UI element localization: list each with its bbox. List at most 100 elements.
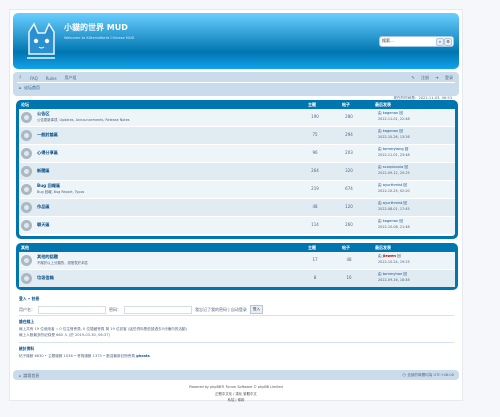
forum-description: 不屬於以上分類的，請發表於本區 xyxy=(37,261,88,265)
login-title[interactable]: 登入 • 註冊 xyxy=(19,296,459,302)
last-post-author[interactable]: 由 kagenan 回 xyxy=(378,111,403,116)
post-count: 48 xyxy=(346,257,352,262)
search-input[interactable]: 搜索… xyxy=(382,38,394,44)
forum-read-icon xyxy=(21,202,32,213)
login-options[interactable]: 我忘记了我的密码 | 自动登录 xyxy=(195,307,247,313)
last-post-author[interactable]: 由 jiewen 回 xyxy=(378,254,401,259)
nav-login[interactable]: 登录 xyxy=(445,75,453,81)
login-icon: ➜ xyxy=(435,75,439,80)
header-last-post: 最后发表 xyxy=(375,102,391,107)
last-post-user[interactable]: jiewen xyxy=(383,254,396,258)
forum-header: 论坛 主题 帖子 最后发表 xyxy=(16,100,458,108)
forum-row[interactable]: 垃圾信箱 8 16 由 tommyhan 回 2022-09-16, 18:48 xyxy=(19,270,455,287)
nav-faq[interactable]: FAQ xyxy=(30,76,38,81)
site-description: Welcome to KittensWorld Chinese MUD xyxy=(64,36,135,40)
header-topics: 主题 xyxy=(308,245,316,250)
forum-title[interactable]: 垃圾信箱 xyxy=(37,275,54,281)
nav-links-right: ✎ 注册 ➜ 登录 xyxy=(411,75,453,81)
last-post-author[interactable]: 由 ayurthmist 回 xyxy=(378,183,407,188)
forum-category-other: 其他 主题 帖子 最后发表 其他的話題 不屬於以上分類的，請發表於本區 17 4… xyxy=(16,243,458,290)
post-count: 120 xyxy=(345,204,353,209)
topic-count: 264 xyxy=(311,168,319,173)
home-icon: ⌂ xyxy=(18,85,22,90)
header-forum[interactable]: 其他 xyxy=(21,245,29,251)
last-post-time: 2022-11-01, 22:48 xyxy=(378,117,410,121)
divider xyxy=(19,342,454,343)
password-input[interactable] xyxy=(124,305,192,314)
footer-timezone: ◷ 全部的時間均為 UTC+08:00 xyxy=(402,373,454,378)
search-icon[interactable]: ⌕ xyxy=(436,38,444,46)
forum-title[interactable]: 心得分享區 xyxy=(37,150,58,156)
topic-count: 96 xyxy=(312,150,318,155)
forum-row[interactable]: 心得分享區 96 203 由 tommytang 回 2022-11-01, 2… xyxy=(19,145,455,163)
header-topics: 主题 xyxy=(308,102,316,107)
clock-icon: ◷ xyxy=(402,372,406,377)
online-line-1: 線上共有 19 位使用者 :: 0 位注冊會員, 0 位隱藏會員 與 19 位訪… xyxy=(19,327,187,331)
forum-title[interactable]: 一般討論區 xyxy=(37,132,58,138)
footer-timezone-label: 全部的時間均為 UTC+08:00 xyxy=(407,373,454,377)
nav-rules[interactable]: Rules xyxy=(46,76,57,81)
forum-read-icon xyxy=(21,166,32,177)
forum-list: 公告区 公告更新事项, Updates, Announcements, Rele… xyxy=(19,109,455,236)
forum-row[interactable]: 其他的話題 不屬於以上分類的，請發表於本區 17 48 由 jiewen 回 2… xyxy=(19,252,455,270)
forum-title[interactable]: 新聞區 xyxy=(37,168,50,174)
forum-read-icon xyxy=(21,220,32,231)
newest-member[interactable]: ghosts xyxy=(136,354,150,358)
post-count: 294 xyxy=(345,132,353,137)
site-title[interactable]: 小貓的世界 MUD xyxy=(64,22,128,33)
footer-home[interactable]: ⌂ 論壇首頁 xyxy=(18,373,40,379)
topic-count: 114 xyxy=(311,222,319,227)
nav-row-top: ? FAQ Rules 用户组 ✎ 注册 ➜ 登录 xyxy=(15,74,457,82)
nav-groups[interactable]: 用户组 xyxy=(65,75,77,81)
breadcrumb-home[interactable]: 论坛首页 xyxy=(24,85,40,91)
post-count: 674 xyxy=(345,186,353,191)
post-count: 16 xyxy=(346,275,352,280)
login-button[interactable]: 登入 xyxy=(249,305,264,314)
footer-links[interactable]: 私隱 | 條款 xyxy=(10,397,462,402)
post-count: 203 xyxy=(345,150,353,155)
last-post-author[interactable]: 由 scorpionxia 回 xyxy=(378,165,408,170)
forum-row[interactable]: 公告区 公告更新事项, Updates, Announcements, Rele… xyxy=(19,109,455,127)
stats-text: 帖子總數 6630 • 主題總數 1036 • 會員總數 1375 • 歡迎最新… xyxy=(19,354,135,358)
forum-read-icon xyxy=(21,184,32,195)
forum-row[interactable]: Bug 回報區 Bug 回報, Bug Report, Typos 219 67… xyxy=(19,181,455,199)
cat-logo-icon[interactable] xyxy=(23,20,59,64)
topic-count: 75 xyxy=(312,132,318,137)
online-title[interactable]: 誰在線上 xyxy=(19,319,187,325)
footer-credit[interactable]: Powered by phpBB® Forum Software © phpBB… xyxy=(10,385,462,389)
online-section: 誰在線上 線上共有 19 位使用者 :: 0 位注冊會員, 0 位隱藏會員 與 … xyxy=(19,319,187,338)
stats-line: 帖子總數 6630 • 主題總數 1036 • 會員總數 1375 • 歡迎最新… xyxy=(19,354,150,359)
footer-translation: 正體中文化 / 漢化 繁體中文 xyxy=(215,392,257,396)
last-post-time: 2022-10-25, 02:20 xyxy=(378,189,410,193)
nav-register[interactable]: 注册 xyxy=(421,75,429,81)
forum-row[interactable]: 作品區 48 120 由 ayurthmist 回 2022-08-01, 17… xyxy=(19,199,455,217)
post-count: 320 xyxy=(345,168,353,173)
forum-row[interactable]: 新聞區 264 320 由 scorpionxia 回 2022-09-12, … xyxy=(19,163,455,181)
last-post-author[interactable]: 由 tommyhan 回 xyxy=(378,272,407,277)
last-post-author[interactable]: 由 ayurthmist 回 xyxy=(378,201,407,206)
forum-title[interactable]: 聊天區 xyxy=(37,222,50,228)
home-icon: ⌂ xyxy=(18,373,22,378)
page-container: 小貓的世界 MUD Welcome to KittensWorld Chines… xyxy=(9,9,463,402)
online-line-2: 線上人數最多的紀錄是 660 人 (於 2019-03-30, 06:37) xyxy=(19,333,110,337)
forum-read-icon xyxy=(21,130,32,141)
post-count: 280 xyxy=(345,114,353,119)
faq-icon: ? xyxy=(18,75,22,80)
username-input[interactable] xyxy=(38,305,106,314)
last-post-author[interactable]: 由 kagenan 回 xyxy=(378,219,403,224)
forum-read-icon xyxy=(21,112,32,123)
footer-home-label[interactable]: 論壇首頁 xyxy=(23,373,39,378)
forum-list: 其他的話題 不屬於以上分類的，請發表於本區 17 48 由 jiewen 回 2… xyxy=(19,252,455,287)
last-post-suffix: 回 xyxy=(397,254,401,258)
last-post-time: 2022-09-12, 20:25 xyxy=(378,171,410,175)
topic-count: 17 xyxy=(312,257,318,262)
last-post-author[interactable]: 由 tommytang 回 xyxy=(378,147,408,152)
forum-row[interactable]: 一般討論區 75 294 由 kagenan 回 2022-10-26, 13:… xyxy=(19,127,455,145)
last-post-author[interactable]: 由 kagenan 回 xyxy=(378,129,403,134)
gear-icon[interactable]: ⚙ xyxy=(444,38,452,46)
header-forum[interactable]: 论坛 xyxy=(21,102,29,108)
forum-row[interactable]: 聊天區 114 260 由 kagenan 回 2022-10-08, 21:4… xyxy=(19,217,455,234)
forum-title[interactable]: 作品區 xyxy=(37,204,50,210)
header-banner: 小貓的世界 MUD Welcome to KittensWorld Chines… xyxy=(13,13,459,69)
search-box[interactable]: 搜索… ⌕ ⚙ xyxy=(379,36,454,47)
